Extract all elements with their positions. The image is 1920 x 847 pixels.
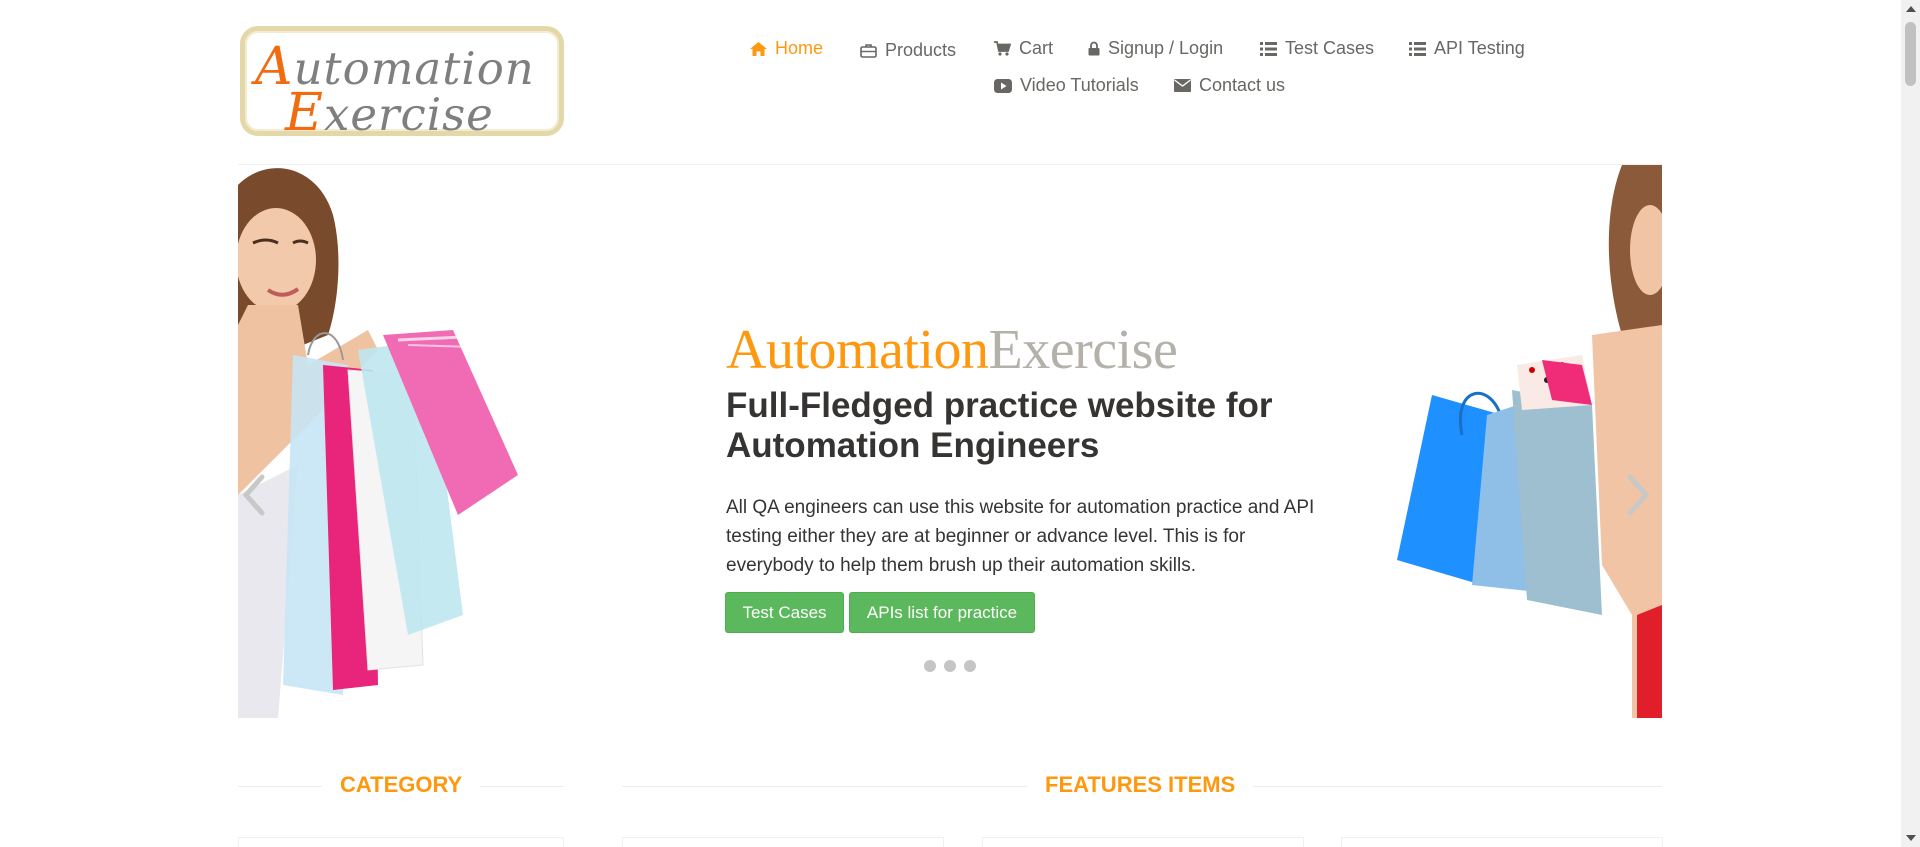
- nav-video-tutorials[interactable]: Video Tutorials: [994, 75, 1139, 96]
- apis-list-button[interactable]: APIs list for practice: [849, 592, 1035, 633]
- hero-image-right: [1397, 165, 1662, 718]
- category-panel: [238, 837, 564, 847]
- page-scrollbar[interactable]: [1901, 0, 1920, 847]
- main-nav: Home Products Cart Signup / Login Test C…: [700, 36, 1525, 106]
- hero-headline: Full-Fledged practice website for Automa…: [726, 386, 1273, 465]
- list-icon: [1409, 41, 1426, 56]
- cart-icon: [994, 41, 1011, 56]
- nav-contact-us[interactable]: Contact us: [1174, 75, 1285, 96]
- test-cases-button[interactable]: Test Cases: [725, 592, 844, 633]
- nav-api-testing[interactable]: API Testing: [1409, 38, 1525, 59]
- slide-indicator-2[interactable]: [944, 660, 956, 672]
- hero-description: All QA engineers can use this website fo…: [726, 497, 1315, 576]
- nav-home[interactable]: Home: [750, 38, 823, 59]
- product-card: [1341, 837, 1663, 847]
- scroll-down-arrow[interactable]: [1906, 835, 1916, 841]
- nav-products[interactable]: Products: [860, 40, 956, 61]
- hero-brand-title: AutomationExercise: [726, 319, 1178, 381]
- scroll-up-arrow[interactable]: [1906, 6, 1916, 12]
- nav-signup-login[interactable]: Signup / Login: [1088, 38, 1223, 59]
- slide-indicator-1[interactable]: [924, 660, 936, 672]
- briefcase-icon: [860, 43, 877, 58]
- home-icon: [750, 41, 767, 56]
- category-heading: CATEGORY: [322, 772, 481, 798]
- logo-line-2: Exercise: [285, 83, 494, 143]
- product-card: [622, 837, 944, 847]
- youtube-play-icon: [994, 78, 1012, 93]
- features-heading: FEATURES ITEMS: [1027, 772, 1254, 798]
- slider-next-arrow[interactable]: [1620, 465, 1656, 525]
- lock-icon: [1088, 41, 1100, 56]
- list-icon: [1260, 41, 1277, 56]
- scroll-thumb[interactable]: [1905, 22, 1916, 86]
- slider-prev-arrow[interactable]: [238, 465, 272, 525]
- slider-indicators: [924, 660, 976, 672]
- nav-test-cases[interactable]: Test Cases: [1260, 38, 1374, 59]
- site-logo[interactable]: Automation Exercise: [240, 26, 564, 143]
- nav-cart[interactable]: Cart: [994, 38, 1053, 59]
- envelope-icon: [1174, 79, 1191, 92]
- slide-indicator-3[interactable]: [964, 660, 976, 672]
- hero-image-left: [238, 168, 529, 718]
- product-card: [982, 837, 1304, 847]
